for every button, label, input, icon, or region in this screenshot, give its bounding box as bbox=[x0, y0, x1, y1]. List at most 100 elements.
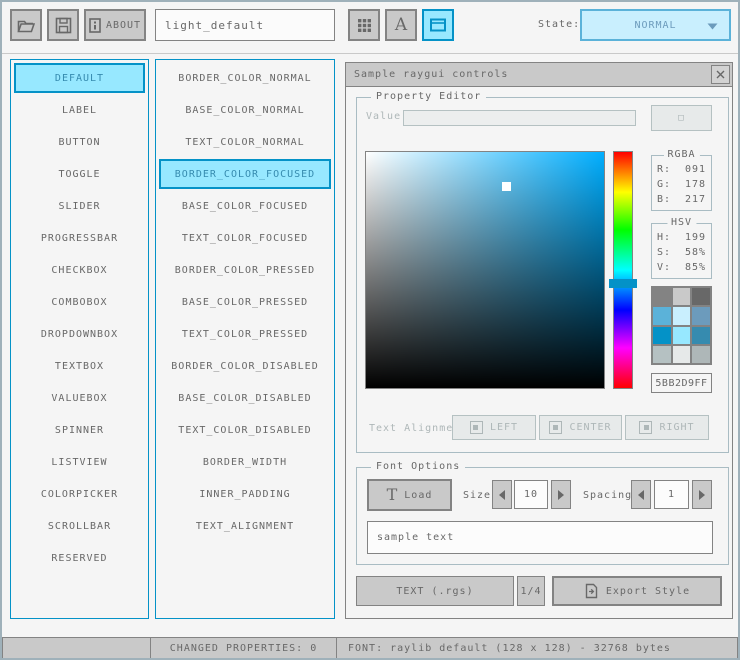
control-item-dropdownbox[interactable]: DROPDOWNBOX bbox=[14, 319, 145, 349]
property-item-border-color-normal[interactable]: BORDER_COLOR_NORMAL bbox=[159, 63, 331, 93]
control-item-valuebox[interactable]: VALUEBOX bbox=[14, 383, 145, 413]
status-cell-empty bbox=[2, 637, 151, 659]
state-dropdown[interactable]: NORMAL bbox=[580, 9, 731, 41]
export-format-button[interactable]: TEXT (.rgs) bbox=[356, 576, 514, 606]
color-picker-marker[interactable] bbox=[502, 182, 511, 191]
swatch-border-focused[interactable] bbox=[653, 307, 671, 324]
load-font-button[interactable]: T Load bbox=[367, 479, 452, 511]
about-button-label: ABOUT bbox=[106, 20, 141, 31]
swatch-border-disabled[interactable] bbox=[653, 346, 671, 363]
swatch-base-normal[interactable] bbox=[673, 288, 691, 305]
swatch-text-focused[interactable] bbox=[692, 307, 710, 324]
property-item-base-color-normal[interactable]: BASE_COLOR_NORMAL bbox=[159, 95, 331, 125]
rgba-readout: RGBA R: 091 G: 178 B: 217 bbox=[651, 155, 712, 211]
property-item-text-color-disabled[interactable]: TEXT_COLOR_DISABLED bbox=[159, 415, 331, 445]
hue-slider-handle[interactable] bbox=[609, 279, 637, 288]
save-style-button[interactable] bbox=[47, 9, 79, 41]
property-item-base-color-pressed[interactable]: BASE_COLOR_PRESSED bbox=[159, 287, 331, 317]
control-item-combobox[interactable]: COMBOBOX bbox=[14, 287, 145, 317]
control-item-slider[interactable]: SLIDER bbox=[14, 191, 145, 221]
sample-text-input[interactable]: sample text bbox=[367, 521, 713, 554]
rgba-row-r: R: 091 bbox=[657, 164, 706, 175]
align-left-label: LEFT bbox=[490, 422, 518, 433]
swatch-text-disabled[interactable] bbox=[692, 346, 710, 363]
window-icon bbox=[430, 18, 446, 32]
control-item-colorpicker[interactable]: COLORPICKER bbox=[14, 479, 145, 509]
property-item-base-color-disabled[interactable]: BASE_COLOR_DISABLED bbox=[159, 383, 331, 413]
rguistyler-window: ABOUT light_default A State: NORMAL bbox=[0, 0, 740, 660]
spacing-increment-button[interactable] bbox=[692, 480, 712, 509]
export-style-label: Export Style bbox=[606, 586, 690, 597]
hsv-label: HSV bbox=[667, 217, 696, 228]
hsv-row-h: H: 199 bbox=[657, 232, 706, 243]
control-item-reserved[interactable]: RESERVED bbox=[14, 543, 145, 573]
swatch-base-pressed[interactable] bbox=[673, 327, 691, 344]
value-input[interactable] bbox=[403, 110, 636, 126]
view-window-button[interactable] bbox=[422, 9, 454, 41]
export-format-pager: 1/4 bbox=[520, 586, 541, 597]
about-button[interactable]: ABOUT bbox=[84, 9, 146, 41]
align-center-button[interactable]: CENTER bbox=[539, 415, 622, 440]
property-item-text-color-normal[interactable]: TEXT_COLOR_NORMAL bbox=[159, 127, 331, 157]
panel-title-bar[interactable]: Sample raygui controls bbox=[346, 63, 732, 87]
control-item-default[interactable]: DEFAULT bbox=[14, 63, 145, 93]
view-font-button[interactable]: A bbox=[385, 9, 417, 41]
control-item-scrollbar[interactable]: SCROLLBAR bbox=[14, 511, 145, 541]
property-item-text-alignment[interactable]: TEXT_ALIGNMENT bbox=[159, 511, 331, 541]
control-item-button[interactable]: BUTTON bbox=[14, 127, 145, 157]
hue-slider[interactable] bbox=[613, 151, 633, 389]
control-item-spinner[interactable]: SPINNER bbox=[14, 415, 145, 445]
state-dropdown-value: NORMAL bbox=[634, 20, 676, 31]
color-picker-area[interactable] bbox=[365, 151, 605, 389]
export-style-button[interactable]: Export Style bbox=[552, 576, 722, 606]
export-format-pager-button[interactable]: 1/4 bbox=[517, 576, 545, 606]
style-name-input[interactable]: light_default bbox=[155, 9, 335, 41]
control-item-textbox[interactable]: TEXTBOX bbox=[14, 351, 145, 381]
properties-list: BORDER_COLOR_NORMAL BASE_COLOR_NORMAL TE… bbox=[155, 59, 335, 619]
property-item-text-color-pressed[interactable]: TEXT_COLOR_PRESSED bbox=[159, 319, 331, 349]
size-decrement-button[interactable] bbox=[492, 480, 512, 509]
property-item-text-color-focused[interactable]: TEXT_COLOR_FOCUSED bbox=[159, 223, 331, 253]
swatch-text-normal[interactable] bbox=[692, 288, 710, 305]
size-value: 10 bbox=[524, 489, 538, 500]
close-button[interactable] bbox=[711, 65, 730, 84]
align-right-label: RIGHT bbox=[659, 422, 694, 433]
folder-open-icon bbox=[17, 18, 35, 33]
property-item-base-color-focused[interactable]: BASE_COLOR_FOCUSED bbox=[159, 191, 331, 221]
changed-properties-text: CHANGED PROPERTIES: 0 bbox=[170, 643, 317, 654]
value-apply-button[interactable]: □ bbox=[651, 105, 712, 131]
control-item-progressbar[interactable]: PROGRESSBAR bbox=[14, 223, 145, 253]
value-button-glyph: □ bbox=[678, 113, 684, 123]
size-increment-button[interactable] bbox=[551, 480, 571, 509]
property-editor-group-label: Property Editor bbox=[371, 91, 486, 102]
align-left-icon bbox=[470, 421, 483, 434]
property-item-border-color-focused[interactable]: BORDER_COLOR_FOCUSED bbox=[159, 159, 331, 189]
control-item-checkbox[interactable]: CHECKBOX bbox=[14, 255, 145, 285]
swatch-border-normal[interactable] bbox=[653, 288, 671, 305]
property-item-border-width[interactable]: BORDER_WIDTH bbox=[159, 447, 331, 477]
swatch-border-pressed[interactable] bbox=[653, 327, 671, 344]
swatch-base-focused[interactable] bbox=[673, 307, 691, 324]
spacing-decrement-button[interactable] bbox=[631, 480, 651, 509]
swatch-text-pressed[interactable] bbox=[692, 327, 710, 344]
control-item-toggle[interactable]: TOGGLE bbox=[14, 159, 145, 189]
view-grid-button[interactable] bbox=[348, 9, 380, 41]
align-right-button[interactable]: RIGHT bbox=[625, 415, 709, 440]
property-item-border-color-disabled[interactable]: BORDER_COLOR_DISABLED bbox=[159, 351, 331, 381]
property-item-border-color-pressed[interactable]: BORDER_COLOR_PRESSED bbox=[159, 255, 331, 285]
open-style-button[interactable] bbox=[10, 9, 42, 41]
align-left-button[interactable]: LEFT bbox=[452, 415, 536, 440]
control-item-label[interactable]: LABEL bbox=[14, 95, 145, 125]
panel-title: Sample raygui controls bbox=[354, 69, 508, 80]
spacing-value-box[interactable]: 1 bbox=[654, 480, 689, 509]
control-item-listview[interactable]: LISTVIEW bbox=[14, 447, 145, 477]
property-item-inner-padding[interactable]: INNER_PADDING bbox=[159, 479, 331, 509]
v-label: V: bbox=[657, 262, 671, 273]
r-label: R: bbox=[657, 164, 671, 175]
hex-value-box[interactable]: 5BB2D9FF bbox=[651, 373, 712, 393]
sample-text-value: sample text bbox=[377, 532, 454, 543]
size-value-box[interactable]: 10 bbox=[514, 480, 548, 509]
font-info-text: FONT: raylib default (128 x 128) - 32768… bbox=[348, 643, 671, 654]
font-a-icon: A bbox=[395, 17, 407, 34]
swatch-base-disabled[interactable] bbox=[673, 346, 691, 363]
